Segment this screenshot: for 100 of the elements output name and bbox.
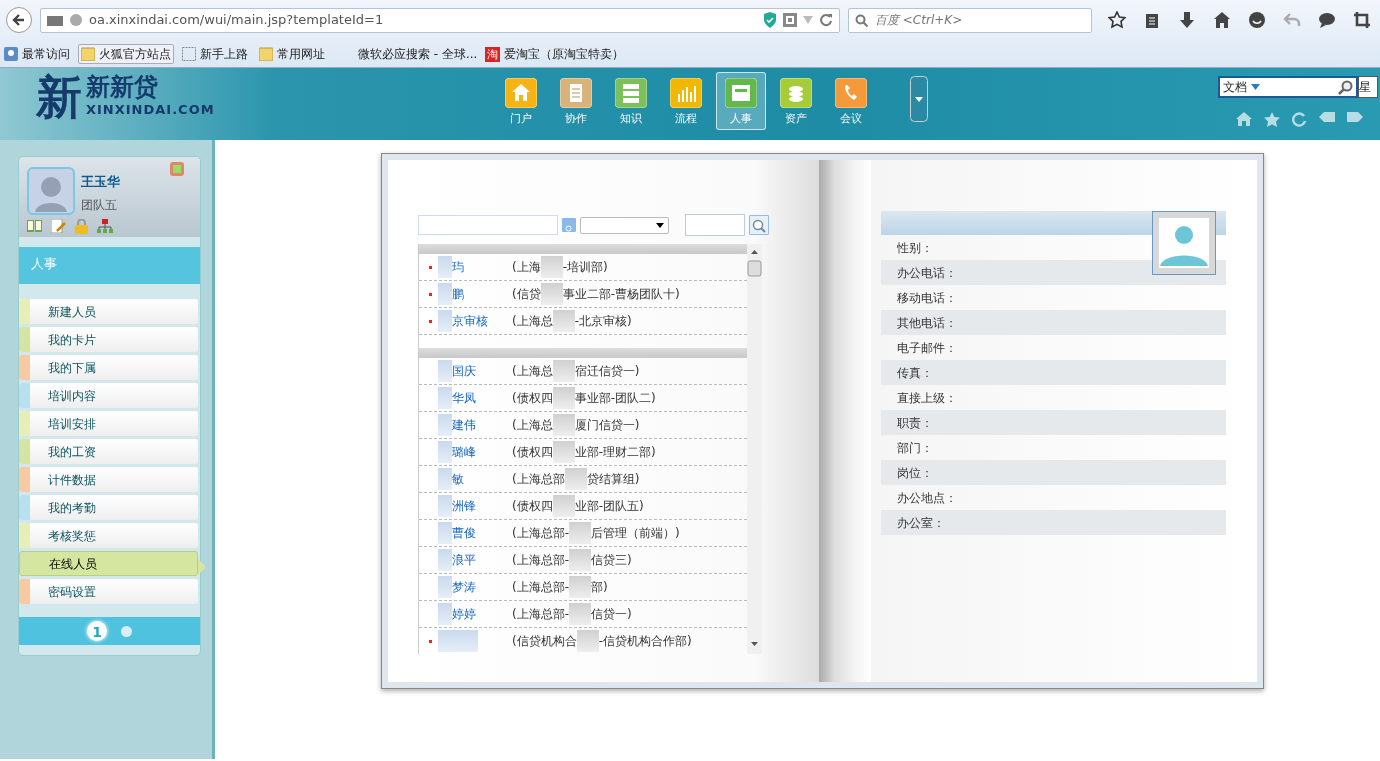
menu-item[interactable]: 我的卡片 <box>19 327 198 352</box>
nav-tab[interactable]: 流程 <box>661 72 711 130</box>
person-link[interactable]: 曹俊 <box>452 524 492 542</box>
bookmark-link[interactable]: 火狐官方站点 <box>78 44 174 64</box>
clipboard-icon[interactable] <box>1143 11 1161 29</box>
shield-icon[interactable] <box>763 12 777 28</box>
redaction-mark <box>438 414 452 436</box>
crop-icon[interactable] <box>1353 11 1371 29</box>
menu-item[interactable]: 密码设置 <box>19 579 198 604</box>
list-row[interactable]: 敏 (上海总部 贷结算组) <box>419 466 747 493</box>
bookmark-link[interactable]: 新手上路 <box>182 45 248 63</box>
search-button[interactable] <box>749 215 769 235</box>
search-button[interactable] <box>562 218 576 232</box>
menu-item[interactable]: 考核奖惩 <box>19 523 198 548</box>
person-link[interactable]: 华凤 <box>452 389 492 407</box>
nav-tab[interactable]: 资产 <box>771 72 821 130</box>
lock-icon[interactable] <box>75 219 88 234</box>
list-row[interactable]: 浪平 (上海总部- 信贷三) <box>419 547 747 574</box>
window-icon <box>725 77 757 108</box>
address-bar[interactable]: oa.xinxindai.com/wui/main.jsp?templateId=1 <box>40 7 840 33</box>
reload-icon[interactable] <box>819 13 833 27</box>
person-photo-icon[interactable] <box>1152 211 1216 275</box>
name-search-field[interactable] <box>418 215 558 235</box>
person-link[interactable]: 京审核 <box>452 312 492 330</box>
forward-arrow-icon[interactable] <box>1347 112 1363 122</box>
redaction-mark <box>438 283 452 305</box>
qr-code-icon[interactable] <box>783 13 797 27</box>
menu-item[interactable]: 计件数据 <box>19 467 198 492</box>
theme-color-icon[interactable] <box>170 162 184 176</box>
person-link[interactable]: 鹏 <box>452 285 492 303</box>
bookmark-link[interactable]: 最常访问 <box>4 45 70 63</box>
redaction-mark <box>438 387 452 409</box>
user-name[interactable]: 王玉华 <box>81 172 120 192</box>
list-row[interactable]: 建伟 (上海总 厦门信贷一) <box>419 412 747 439</box>
person-link[interactable]: 婷婷 <box>452 605 492 623</box>
person-link[interactable]: 建伟 <box>452 416 492 434</box>
dropdown-icon[interactable] <box>1251 84 1260 90</box>
department-text: (上海总部- <box>512 552 569 569</box>
list-row[interactable]: 梦涛 (上海总部- 部) <box>419 574 747 601</box>
person-link[interactable]: 梦涛 <box>452 578 492 596</box>
menu-item[interactable]: 培训安排 <box>19 411 198 436</box>
person-link[interactable]: 洲锋 <box>452 497 492 515</box>
person-link[interactable]: 璐峰 <box>452 443 492 461</box>
list-row[interactable]: 华凤 (债权四 事业部-团队二) <box>419 385 747 412</box>
doc-search-field[interactable]: 文档 <box>1218 76 1358 98</box>
avatar-icon[interactable] <box>27 167 75 215</box>
book-icon[interactable] <box>27 219 42 232</box>
search-field[interactable]: 百度 <Ctrl+K> <box>848 7 1092 33</box>
page-dot[interactable] <box>121 625 132 637</box>
menu-item[interactable]: 我的工资 <box>19 439 198 464</box>
back-button[interactable] <box>6 7 32 33</box>
redaction-mark <box>569 576 591 598</box>
more-menu-button[interactable] <box>910 76 928 122</box>
bookmark-link[interactable]: 常用网址 <box>256 44 328 64</box>
nav-tab[interactable]: 会议 <box>826 72 876 130</box>
bookmark-link[interactable]: 微软必应搜索 - 全球... <box>358 45 478 63</box>
menu-item[interactable]: 培训内容 <box>19 383 198 408</box>
dropdown-icon[interactable] <box>803 16 813 24</box>
nav-tab[interactable]: 门户 <box>496 72 546 130</box>
list-row[interactable]: 洲锋 (债权四 业部-团队五) <box>419 493 747 520</box>
chat-icon[interactable] <box>1318 11 1336 29</box>
bookmark-link[interactable]: 淘 爱淘宝（原淘宝特卖） <box>485 45 625 63</box>
person-link[interactable]: 敏 <box>452 470 492 488</box>
smiley-icon[interactable] <box>1248 11 1266 29</box>
nav-tab[interactable]: 协作 <box>551 72 601 130</box>
search-icon[interactable] <box>1338 79 1353 95</box>
menu-item[interactable]: 我的考勤 <box>19 495 198 520</box>
keyword-field[interactable] <box>685 214 745 236</box>
department-text: (债权四 <box>512 390 553 407</box>
department-select[interactable] <box>580 216 669 234</box>
field-label: 部门： <box>897 439 933 457</box>
nav-tab[interactable]: 知识 <box>606 72 656 130</box>
list-row[interactable]: 曹俊 (上海总部- 后管理（前端）) <box>419 520 747 547</box>
department-text: (上海总 <box>512 313 553 330</box>
menu-item[interactable]: 新建人员 <box>19 299 198 324</box>
department-text: (信贷机构合 <box>512 633 577 650</box>
list-row[interactable]: 璐峰 (债权四 业部-理财二部) <box>419 439 747 466</box>
list-row[interactable]: 国庆 (上海总 宿迁信贷一) <box>419 358 747 385</box>
caret-icon <box>915 97 923 102</box>
person-link[interactable]: 国庆 <box>452 362 492 380</box>
list-row[interactable]: 婷婷 (上海总部- 信贷一) <box>419 601 747 628</box>
org-chart-icon[interactable] <box>97 219 113 233</box>
note-pencil-icon[interactable] <box>51 219 66 233</box>
search-submit-button[interactable]: 星 <box>1358 76 1378 98</box>
person-link[interactable]: 浪平 <box>452 551 492 569</box>
tab-group-icon[interactable] <box>47 14 63 26</box>
refresh-icon[interactable] <box>1292 112 1307 127</box>
star-icon[interactable] <box>1108 11 1126 29</box>
home-icon[interactable] <box>1213 11 1231 29</box>
person-link[interactable]: 玙 <box>452 258 492 276</box>
back-arrow-icon[interactable] <box>1319 112 1335 122</box>
scrollbar[interactable] <box>747 244 762 654</box>
logo-subtitle: XINXINDAI.COM <box>86 101 215 120</box>
department-text: -信贷机构合作部) <box>598 633 692 650</box>
download-icon[interactable] <box>1178 11 1196 29</box>
undo-icon[interactable] <box>1283 11 1301 29</box>
star-icon[interactable] <box>1264 112 1280 127</box>
menu-item[interactable]: 我的下属 <box>19 355 198 380</box>
redaction-mark <box>552 441 575 463</box>
redaction-mark <box>540 283 563 305</box>
